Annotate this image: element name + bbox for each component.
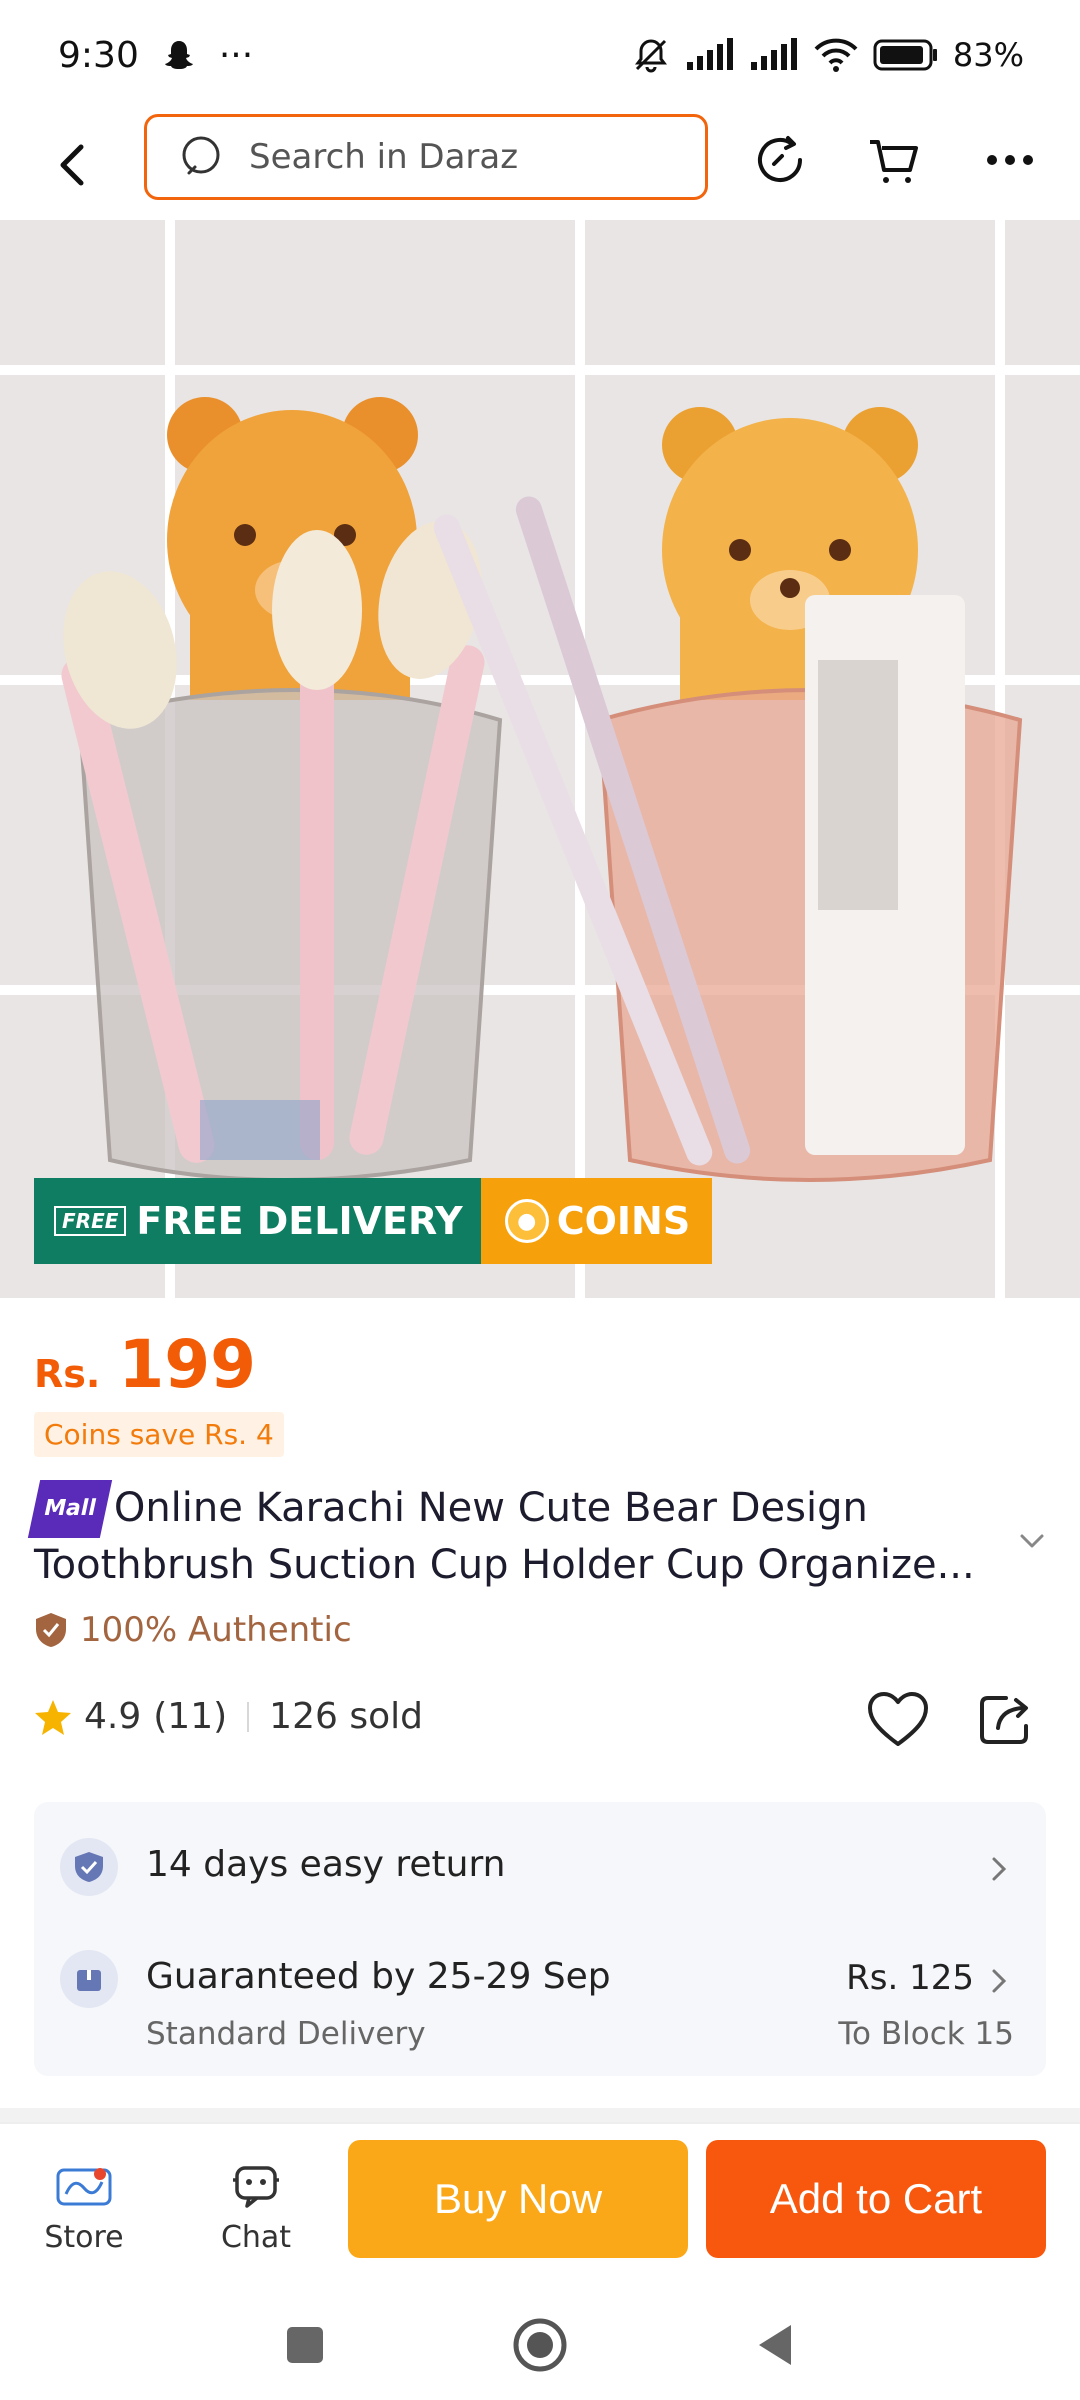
shield-check-icon xyxy=(36,1613,66,1647)
snapchat-icon xyxy=(161,37,197,73)
divider xyxy=(247,1701,250,1732)
delivery-type-label: Standard Delivery xyxy=(146,2016,426,2052)
back-button[interactable] xyxy=(50,138,94,192)
buy-now-button[interactable]: Buy Now xyxy=(348,2140,688,2258)
free-delivery-label: FREE DELIVERY xyxy=(136,1199,463,1243)
cart-button[interactable] xyxy=(862,128,926,192)
return-policy-label[interactable]: 14 days easy return xyxy=(146,1844,505,1885)
return-badge-icon xyxy=(60,1838,118,1896)
chat-label: Chat xyxy=(220,2220,292,2255)
search-icon xyxy=(182,136,220,175)
free-delivery-badge: FREE FREE DELIVERY xyxy=(34,1178,481,1264)
recent-apps-button[interactable] xyxy=(270,2310,340,2380)
chat-icon xyxy=(233,2166,279,2208)
rating-row[interactable]: 4.9 (11) 126 sold xyxy=(34,1696,423,1737)
back-arrow-icon xyxy=(60,144,84,186)
authentic-badge[interactable]: 100% Authentic xyxy=(34,1610,352,1650)
product-title[interactable]: Mall Online Karachi New Cute Bear Design … xyxy=(27,1480,1014,1592)
wishlist-heart-icon[interactable] xyxy=(866,1690,930,1750)
system-back-button[interactable] xyxy=(740,2310,810,2380)
authentic-label: 100% Authentic xyxy=(80,1610,352,1650)
store-button[interactable]: Store xyxy=(24,2164,144,2255)
back-triangle-icon xyxy=(759,2325,791,2365)
share-icon[interactable] xyxy=(976,1688,1036,1748)
free-truck-icon: FREE xyxy=(54,1206,127,1236)
top-nav: Search in Daraz xyxy=(0,110,1080,220)
return-chevron-icon[interactable] xyxy=(984,1854,1014,1884)
status-bar: 9:30 ··· 83% xyxy=(0,0,1080,110)
more-horizontal-icon xyxy=(987,155,1033,165)
signal-icon-2 xyxy=(749,38,799,72)
history-icon xyxy=(758,136,802,182)
home-circle-icon xyxy=(513,2318,567,2372)
status-more: ··· xyxy=(218,34,254,76)
price: Rs. 199 xyxy=(34,1326,256,1403)
section-divider xyxy=(0,2108,1080,2122)
price-currency: Rs. xyxy=(34,1352,101,1396)
promo-strip: FREE FREE DELIVERY ● COINS xyxy=(34,1178,713,1264)
mall-badge: Mall xyxy=(27,1480,112,1538)
store-label: Store xyxy=(44,2220,124,2255)
home-button[interactable] xyxy=(505,2310,575,2380)
price-amount: 199 xyxy=(118,1326,257,1403)
wifi-icon xyxy=(813,37,859,73)
product-image[interactable] xyxy=(0,220,1080,1298)
coins-label: COINS xyxy=(556,1199,691,1243)
delivery-price: Rs. 125 xyxy=(846,1958,974,1998)
coins-save-badge: Coins save Rs. 4 xyxy=(34,1412,284,1457)
delivery-guarantee-label[interactable]: Guaranteed by 25-29 Sep xyxy=(146,1956,611,1997)
delivery-location: To Block 15 xyxy=(838,2016,1014,2052)
product-photo xyxy=(0,220,1080,1298)
cart-icon xyxy=(870,140,918,183)
search-input[interactable]: Search in Daraz xyxy=(144,114,708,200)
chat-button[interactable]: Chat xyxy=(196,2164,316,2255)
product-title-text: Online Karachi New Cute Bear Design Toot… xyxy=(34,1485,975,1588)
battery-icon xyxy=(873,38,939,72)
star-icon xyxy=(35,1699,71,1735)
delivery-box-icon xyxy=(60,1950,118,2008)
expand-title-chevron-icon[interactable] xyxy=(1014,1522,1050,1558)
rating-value: 4.9 xyxy=(84,1696,142,1737)
delivery-chevron-icon[interactable] xyxy=(984,1966,1014,1996)
more-options-button[interactable] xyxy=(978,128,1042,192)
mute-icon xyxy=(631,35,671,75)
system-navigation-bar xyxy=(0,2290,1080,2400)
status-time: 9:30 xyxy=(58,34,139,76)
battery-percent: 83% xyxy=(952,36,1024,74)
sold-count: 126 sold xyxy=(269,1696,423,1737)
signal-icon-1 xyxy=(685,38,735,72)
service-card: 14 days easy return Guaranteed by 25-29 … xyxy=(34,1802,1046,2076)
store-logo-icon xyxy=(56,2168,112,2206)
bottom-action-bar: Store Chat Buy Now Add to Cart xyxy=(0,2122,1080,2290)
history-button[interactable] xyxy=(748,128,812,192)
coin-icon: ● xyxy=(504,1199,549,1243)
rating-count: (11) xyxy=(153,1696,228,1737)
search-placeholder: Search in Daraz xyxy=(249,137,519,177)
square-icon xyxy=(287,2327,323,2363)
coins-badge: ● COINS xyxy=(480,1178,713,1264)
add-to-cart-button[interactable]: Add to Cart xyxy=(706,2140,1046,2258)
